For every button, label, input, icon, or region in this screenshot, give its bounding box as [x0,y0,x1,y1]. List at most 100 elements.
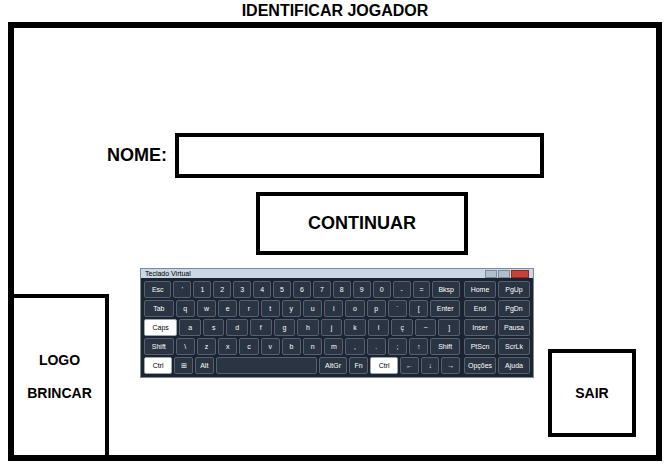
keyboard-title: Teclado Virtual [145,270,485,277]
keyboard-key[interactable]: c [239,338,258,355]
continue-button[interactable]: CONTINUAR [256,192,468,255]
key-row: Tabqwertyuiop´[Enter [144,300,460,317]
keyboard-key[interactable]: 1 [193,281,211,298]
keyboard-key[interactable]: PgDn [498,300,530,317]
keyboard-body: Esc'1234567890-=Bksp Tabqwertyuiop´[Enter… [141,278,533,377]
keyboard-key[interactable]: w [197,300,216,317]
main-keys: Esc'1234567890-=Bksp Tabqwertyuiop´[Enter… [144,281,460,374]
key-row: Shift\zxcvbnm,.;↑Shift [144,338,460,355]
logo: LOGOBRINCAR [14,294,109,455]
keyboard-key[interactable]: End [464,300,496,317]
keyboard-key[interactable]: n [303,338,322,355]
keyboard-key[interactable]: ç [391,319,413,336]
keyboard-key[interactable]: d [226,319,248,336]
keyboard-key[interactable]: AltGr [319,357,347,374]
keyboard-key[interactable]: \ [176,338,195,355]
keyboard-key[interactable]: 9 [353,281,371,298]
close-icon[interactable] [511,270,529,278]
keyboard-key[interactable]: ; [388,338,407,355]
keyboard-key[interactable]: Ajuda [498,357,530,374]
page-title: IDENTIFICAR JOGADOR [0,0,670,22]
keyboard-key[interactable]: Esc [144,281,171,298]
keyboard-key[interactable]: Bksp [432,281,459,298]
key-row: Esc'1234567890-=Bksp [144,281,460,298]
maximize-icon[interactable] [498,270,510,278]
keyboard-key[interactable]: Enter [430,300,460,317]
keyboard-key[interactable]: Ctrl [370,357,398,374]
keyboard-key[interactable]: ↑ [409,338,428,355]
keyboard-key[interactable]: ⊞ [174,357,193,374]
keyboard-key[interactable]: t [261,300,280,317]
bottom-row: LOGOBRINCAR Teclado Virtual Esc'1234567890… [14,268,656,455]
keyboard-key[interactable]: Ctrl [144,357,172,374]
keyboard-key[interactable]: , [345,338,364,355]
keyboard-key[interactable]: y [282,300,301,317]
logo-text: LOGO [39,350,80,371]
keyboard-key[interactable]: Pausa [498,319,530,336]
keyboard-key[interactable]: e [218,300,237,317]
keyboard-key[interactable]: l [368,319,390,336]
keyboard-key[interactable]: p [367,300,386,317]
keyboard-key[interactable]: ] [438,319,460,336]
key-row: InserPausa [464,319,530,336]
name-input[interactable] [175,133,544,178]
keyboard-key[interactable]: j [321,319,343,336]
keyboard-key[interactable]: o [345,300,364,317]
keyboard-key[interactable]: i [324,300,343,317]
keyboard-key[interactable]: ´ [388,300,407,317]
keyboard-key[interactable]: g [274,319,296,336]
keyboard-key[interactable]: ~ [415,319,437,336]
keyboard-key[interactable]: r [239,300,258,317]
key-row: Ctrl⊞AltAltGrFnCtrl←↓→ [144,357,460,374]
keyboard-key[interactable]: a [179,319,201,336]
keyboard-key[interactable]: Tab [144,300,174,317]
keyboard-key[interactable]: 5 [273,281,291,298]
keyboard-key[interactable]: Shift [144,338,174,355]
keyboard-key[interactable]: u [303,300,322,317]
keyboard-key[interactable]: 7 [313,281,331,298]
keyboard-key[interactable]: Inser [464,319,496,336]
keyboard-key[interactable]: z [197,338,216,355]
keyboard-key[interactable]: → [441,357,460,374]
key-row: OpçõesAjuda [464,357,530,374]
keyboard-key[interactable]: f [250,319,272,336]
keyboard-key[interactable]: ScrLk [498,338,530,355]
keyboard-key[interactable]: m [324,338,343,355]
keyboard-key[interactable]: h [297,319,319,336]
keyboard-key[interactable]: b [282,338,301,355]
key-row: Capsasdfghjklç~] [144,319,460,336]
keyboard-key[interactable]: Alt [195,357,214,374]
keyboard-key[interactable] [216,357,317,374]
keyboard-key[interactable]: ← [400,357,419,374]
keyboard-key[interactable]: 2 [213,281,231,298]
keyboard-key[interactable]: Shift [430,338,460,355]
keyboard-key[interactable]: x [218,338,237,355]
keyboard-key[interactable]: - [393,281,411,298]
keyboard-key[interactable]: PgUp [498,281,530,298]
keyboard-key[interactable]: [ [409,300,428,317]
keyboard-key[interactable]: 4 [253,281,271,298]
keyboard-key[interactable]: 6 [293,281,311,298]
key-row: EndPgDn [464,300,530,317]
keyboard-key[interactable]: = [413,281,431,298]
keyboard-key[interactable]: Home [464,281,496,298]
keyboard-key[interactable]: Opções [464,357,496,374]
keyboard-key[interactable]: s [203,319,225,336]
keyboard-key[interactable]: 0 [373,281,391,298]
keyboard-key[interactable]: v [261,338,280,355]
exit-button[interactable]: SAIR [548,349,636,437]
keyboard-key[interactable]: k [344,319,366,336]
keyboard-key[interactable]: Fn [349,357,368,374]
keyboard-key[interactable]: 3 [233,281,251,298]
keyboard-key[interactable]: PtScn [464,338,496,355]
keyboard-key[interactable]: q [176,300,195,317]
keyboard-key[interactable]: Caps [144,319,177,336]
keyboard-key[interactable]: 8 [333,281,351,298]
keyboard-key[interactable]: ' [173,281,191,298]
name-label: NOME: [107,142,167,169]
minimize-icon[interactable] [485,270,497,278]
keyboard-key[interactable]: . [367,338,386,355]
name-row: NOME: [107,133,656,178]
virtual-keyboard[interactable]: Teclado Virtual Esc'1234567890-=Bksp Tabqw… [140,268,534,378]
keyboard-key[interactable]: ↓ [421,357,440,374]
